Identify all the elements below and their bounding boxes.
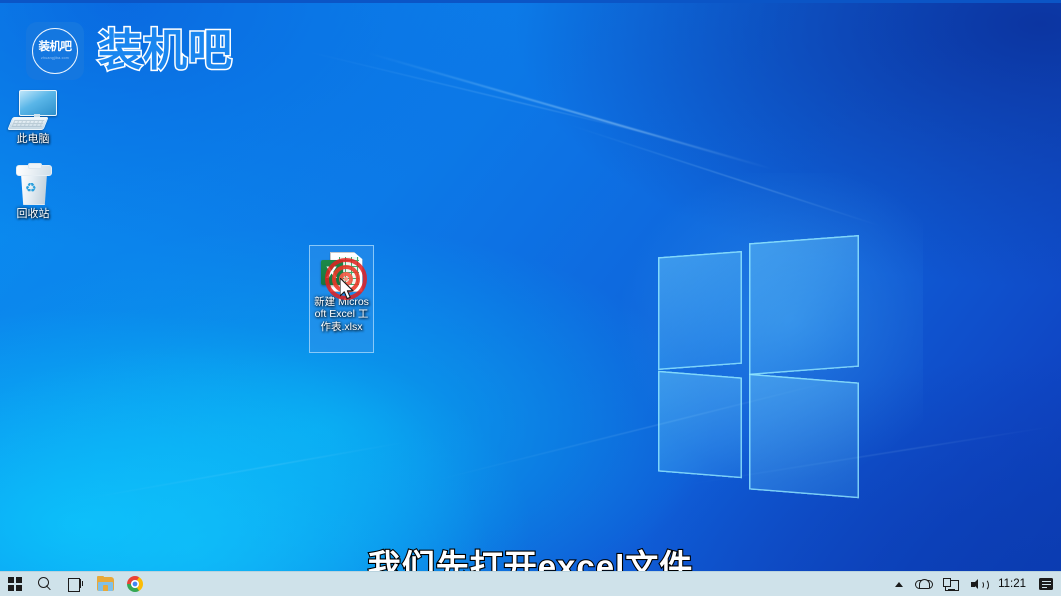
screen-top-edge: [0, 0, 1061, 3]
mouse-cursor-icon: [339, 277, 356, 302]
task-view-button[interactable]: [60, 572, 90, 596]
wallpaper-light-streak: [567, 124, 883, 228]
windows-logo-pane: [658, 370, 742, 479]
volume-button[interactable]: [964, 572, 991, 596]
watermark-logo: 装机吧 zhuangjiba.com 装机吧: [26, 22, 234, 80]
recycle-symbol-icon: ♻: [25, 180, 37, 195]
windows-logo-pane: [658, 250, 742, 371]
recycle-bin-icon: ♻: [13, 163, 53, 205]
desktop-icon-this-pc[interactable]: 此电脑: [0, 90, 66, 146]
desktop-icon-label: 此电脑: [16, 133, 50, 145]
network-icon: [943, 577, 960, 591]
speaker-icon: [970, 578, 989, 591]
search-button[interactable]: [30, 572, 60, 596]
desktop-icon-recycle-bin[interactable]: ♻ 回收站: [0, 163, 66, 221]
show-hidden-icons-button[interactable]: [889, 572, 909, 596]
action-center-icon: [1039, 578, 1053, 590]
watermark-badge-text: 装机吧: [38, 41, 73, 54]
recycle-bin-lid: [16, 163, 52, 176]
taskbar-clock[interactable]: 11:21: [991, 578, 1033, 590]
onedrive-button[interactable]: [909, 572, 937, 596]
monitor-screen: [19, 90, 57, 116]
watermark-badge-circle: 装机吧 zhuangjiba.com: [32, 28, 78, 74]
cloud-icon: [915, 579, 934, 589]
computer-monitor-icon: [7, 90, 57, 130]
file-explorer-button[interactable]: [90, 572, 120, 596]
desktop-wallpaper: [0, 0, 1061, 596]
watermark-badge-subtext: zhuangjiba.com: [41, 55, 69, 60]
search-icon: [38, 577, 52, 591]
taskbar: 11:21: [0, 571, 1061, 596]
chrome-button[interactable]: [120, 572, 150, 596]
system-tray: 11:21: [889, 572, 1061, 596]
windows-logo-icon: [8, 577, 22, 591]
desktop-icon-label: 回收站: [16, 208, 50, 220]
desktop-screen: 装机吧 zhuangjiba.com 装机吧 此电脑 ♻ 回收站 X 新建 Mi…: [0, 0, 1061, 596]
watermark-badge-icon: 装机吧 zhuangjiba.com: [26, 22, 84, 80]
folder-icon: [96, 575, 114, 591]
action-center-button[interactable]: [1033, 572, 1059, 596]
task-view-icon: [67, 577, 84, 592]
windows-logo-pane: [749, 234, 859, 376]
network-button[interactable]: [937, 572, 964, 596]
windows-logo-pane: [749, 373, 859, 499]
chevron-up-icon: [895, 581, 904, 587]
watermark-wordmark: 装机吧: [97, 26, 234, 75]
chrome-icon: [127, 576, 143, 592]
keyboard-icon: [7, 117, 49, 130]
start-button[interactable]: [0, 572, 30, 596]
taskbar-left-group: [0, 572, 150, 596]
windows-hero-logo-icon: [593, 173, 923, 503]
